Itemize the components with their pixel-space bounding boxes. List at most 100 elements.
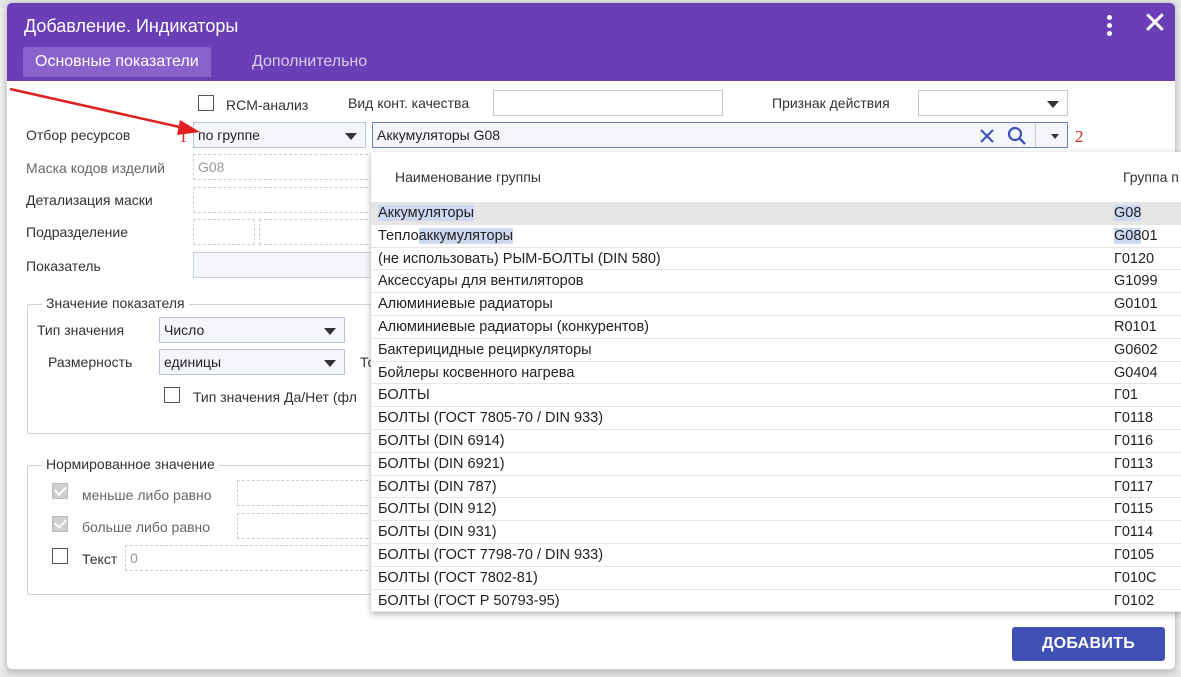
group-code: G1099: [1114, 273, 1158, 290]
divider: [1035, 123, 1036, 147]
dropdown-row[interactable]: БОЛТЫ (ГОСТ Р 50793-95) Г0102: [371, 590, 1181, 612]
group-code: Г0105: [1114, 546, 1155, 563]
more-menu-icon[interactable]: [1099, 13, 1119, 39]
dropdown-row[interactable]: БОЛТЫ (DIN 6921) Г0113: [371, 453, 1181, 476]
match-highlight: Аккумуляторы: [378, 205, 475, 221]
group-search-input[interactable]: Аккумуляторы G08: [372, 122, 1068, 148]
indicator-label: Показатель: [26, 258, 101, 274]
search-icon[interactable]: [1007, 126, 1027, 146]
value-type-label: Тип значения: [37, 322, 125, 338]
close-icon[interactable]: ✕: [1141, 9, 1169, 39]
tab-additional[interactable]: Дополнительно: [240, 47, 379, 77]
resource-filter-label: Отбор ресурсов: [26, 127, 131, 143]
chevron-down-icon: [345, 133, 357, 140]
dropdown-row[interactable]: БОЛТЫ (ГОСТ 7805-70 / DIN 933) Г0118: [371, 407, 1181, 430]
dimension-label: Размерность: [48, 354, 133, 370]
chevron-down-icon: [324, 328, 336, 335]
group-name: БОЛТЫ (DIN 912): [378, 501, 497, 518]
le-input[interactable]: [237, 480, 373, 506]
dimension-value: единицы: [164, 354, 222, 370]
detail-label: Детализация маски: [26, 192, 153, 208]
group-name: (не использовать) РЫМ-БОЛТЫ (DIN 580): [378, 250, 661, 267]
chevron-down-icon[interactable]: [1051, 134, 1059, 139]
dialog-header: Добавление. Индикаторы ✕ Основные показа…: [7, 3, 1175, 81]
text-input[interactable]: 0: [125, 545, 373, 571]
resource-filter-value: по группе: [198, 127, 260, 143]
group-name: Алюминиевые радиаторы: [378, 296, 553, 313]
group-name: Бактерицидные рециркуляторы: [378, 341, 592, 358]
group-code: G08: [1114, 202, 1142, 224]
group-code: Г0115: [1114, 501, 1154, 518]
group-dropdown: Наименование группы Группа п Аккумулятор…: [371, 152, 1181, 612]
column-header-name: Наименование группы: [395, 169, 541, 185]
dropdown-row[interactable]: Алюминиевые радиаторы G0101: [371, 293, 1181, 316]
dropdown-row[interactable]: БОЛТЫ (DIN 6914) Г0116: [371, 430, 1181, 453]
dropdown-row[interactable]: Бойлеры косвенного нагрева G0404: [371, 362, 1181, 385]
value-group-legend: Значение показателя: [42, 295, 189, 311]
group-name: БОЛТЫ: [378, 387, 430, 404]
group-code: Г0117: [1114, 478, 1154, 495]
group-name: БОЛТЫ (DIN 6921): [378, 455, 505, 472]
le-checkbox[interactable]: [52, 483, 68, 499]
ge-checkbox[interactable]: [52, 516, 68, 532]
control-type-input[interactable]: [493, 90, 723, 116]
group-code: Г010С: [1114, 569, 1157, 586]
group-name: БОЛТЫ (DIN 6914): [378, 432, 505, 449]
ge-label: больше либо равно: [82, 519, 211, 535]
dimension-select[interactable]: единицы: [159, 349, 345, 375]
dropdown-row[interactable]: Аккумуляторы G08: [371, 202, 1181, 225]
dropdown-header: Наименование группы Группа п: [371, 152, 1181, 202]
dropdown-row[interactable]: БОЛТЫ (ГОСТ 7798-70 / DIN 933) Г0105: [371, 544, 1181, 567]
value-type-value: Число: [164, 322, 205, 338]
tab-main-indicators[interactable]: Основные показатели: [23, 47, 211, 77]
group-code: R0101: [1114, 318, 1157, 335]
group-code: Г0114: [1114, 524, 1154, 541]
add-button[interactable]: ДОБАВИТЬ: [1012, 627, 1165, 661]
group-code: Г0118: [1114, 410, 1154, 427]
bool-type-checkbox[interactable]: [164, 387, 180, 403]
dropdown-row[interactable]: БОЛТЫ Г01: [371, 384, 1181, 408]
dropdown-row[interactable]: БОЛТЫ (DIN 912) Г0115: [371, 498, 1181, 522]
dropdown-row[interactable]: БОЛТЫ (DIN 787) Г0117: [371, 476, 1181, 499]
column-header-code: Группа п: [1123, 169, 1179, 185]
group-name: БОЛТЫ (ГОСТ 7802-81): [378, 569, 538, 586]
match-highlight: аккумуляторы: [418, 227, 514, 244]
group-name: Бойлеры косвенного нагрева: [378, 364, 575, 381]
group-name: БОЛТЫ (ГОСТ 7798-70 / DIN 933): [378, 546, 604, 563]
group-code: G0404: [1114, 364, 1158, 381]
group-name: Аксессуары для вентиляторов: [378, 273, 584, 290]
dropdown-row[interactable]: (не использовать) РЫМ-БОЛТЫ (DIN 580) Г01…: [371, 248, 1181, 271]
dropdown-row[interactable]: Алюминиевые радиаторы (конкурентов) R0101: [371, 316, 1181, 339]
group-value: Аккумуляторы G08: [377, 127, 501, 143]
dropdown-row[interactable]: БОЛТЫ (ГОСТ 7802-81) Г010С: [371, 567, 1181, 590]
group-code: G0602: [1114, 341, 1158, 358]
dialog-title: Добавление. Индикаторы: [24, 16, 239, 36]
detail-input[interactable]: [193, 187, 373, 213]
clear-icon[interactable]: [979, 128, 995, 144]
rcm-checkbox[interactable]: [198, 95, 214, 111]
text-label: Текст: [82, 551, 118, 567]
chevron-down-icon: [1047, 101, 1059, 108]
resource-filter-select[interactable]: по группе: [193, 122, 366, 148]
bool-type-label: Тип значения Да/Нет (фл: [193, 389, 357, 405]
action-select[interactable]: [918, 90, 1068, 116]
dropdown-row[interactable]: Аксессуары для вентиляторов G1099: [371, 270, 1181, 294]
division-name-input[interactable]: [259, 219, 373, 245]
dropdown-row[interactable]: Бактерицидные рециркуляторы G0602: [371, 339, 1181, 362]
annotation-mark-1: 1: [179, 127, 188, 146]
text-checkbox[interactable]: [52, 548, 68, 564]
value-type-select[interactable]: Число: [159, 317, 345, 343]
control-type-label: Вид конт. качества: [348, 95, 470, 111]
dropdown-row[interactable]: БОЛТЫ (DIN 931) Г0114: [371, 521, 1181, 544]
group-code: Г01: [1114, 387, 1138, 404]
mask-label: Маска кодов изделий: [26, 160, 165, 176]
dropdown-row[interactable]: Теплоаккумуляторы G0801: [371, 225, 1181, 248]
mask-input[interactable]: G08: [193, 154, 373, 180]
ge-input[interactable]: [237, 513, 373, 539]
division-code-input[interactable]: [193, 219, 255, 245]
group-name: Теплоаккумуляторы: [378, 227, 514, 244]
group-code: Г0102: [1114, 592, 1155, 609]
match-highlight: G08: [1114, 205, 1142, 221]
indicator-input[interactable]: [193, 252, 373, 278]
match-highlight: G08: [1114, 227, 1142, 244]
